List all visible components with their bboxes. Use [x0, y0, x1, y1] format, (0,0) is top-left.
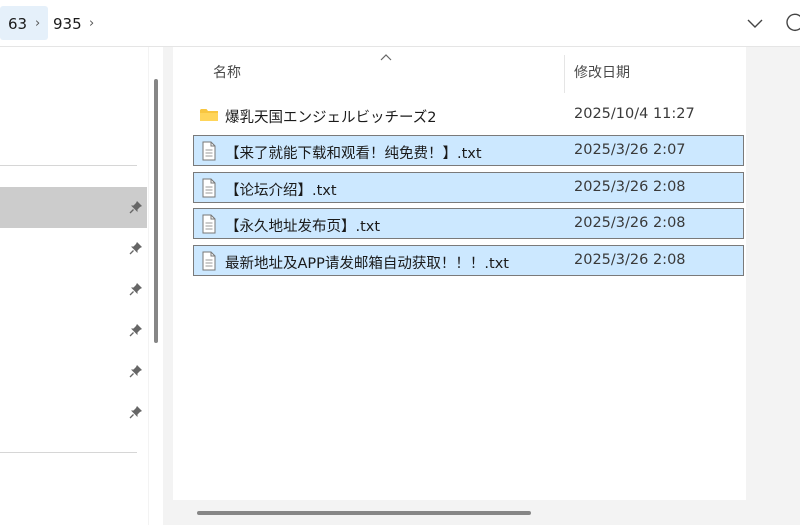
column-header-modified[interactable]: 修改日期 [574, 47, 630, 95]
file-name: 最新地址及APP请发邮箱自动获取！！！.txt [225, 256, 509, 272]
nav-item-pinned[interactable] [0, 310, 147, 351]
file-name: 爆乳天国エンジェルビッチーズ2 [225, 110, 437, 126]
file-name: 【论坛介绍】.txt [225, 183, 337, 199]
nav-divider [0, 165, 137, 166]
nav-item-pinned[interactable] [0, 392, 147, 433]
nav-item-pinned[interactable] [0, 187, 147, 228]
pin-icon[interactable] [129, 200, 143, 214]
horizontal-scroll-thumb[interactable] [197, 511, 531, 515]
breadcrumb-item[interactable]: 63 [8, 15, 27, 33]
text-file-icon [202, 251, 216, 271]
pin-icon[interactable] [129, 282, 143, 296]
file-name: 【来了就能下载和观看！纯免费！】.txt [225, 146, 482, 162]
navigation-pane[interactable] [0, 47, 148, 525]
folder-icon [200, 109, 218, 121]
file-name: 【永久地址发布页】.txt [225, 219, 381, 235]
breadcrumb-separator[interactable]: › [89, 16, 94, 31]
file-row[interactable]: 【论坛介绍】.txt 2025/3/26 2:08 [193, 172, 744, 203]
file-row[interactable]: 【永久地址发布页】.txt 2025/3/26 2:08 [193, 208, 744, 239]
file-row[interactable]: 爆乳天国エンジェルビッチーズ2 2025/10/4 11:27 [193, 99, 744, 130]
file-modified-date: 2025/3/26 2:08 [574, 252, 686, 268]
nav-item-pinned[interactable] [0, 269, 147, 310]
pin-icon[interactable] [129, 241, 143, 255]
file-list[interactable]: 名称 修改日期 爆乳天国エンジェルビッチーズ2 2025/10/4 11:27 … [173, 47, 746, 525]
address-bar[interactable]: 63 › 935 › [0, 0, 800, 47]
text-file-icon [202, 214, 216, 234]
sort-ascending-icon [380, 54, 392, 61]
pin-icon[interactable] [129, 405, 143, 419]
breadcrumb-item[interactable]: 935 [53, 15, 82, 33]
nav-item-pinned[interactable] [0, 351, 147, 392]
horizontal-scrollbar[interactable] [173, 500, 746, 525]
details-pane-edge [746, 47, 800, 525]
refresh-icon[interactable] [785, 12, 800, 34]
file-modified-date: 2025/3/26 2:08 [574, 179, 686, 195]
pane-splitter[interactable] [163, 47, 173, 525]
text-file-icon [202, 141, 216, 161]
file-row[interactable]: 最新地址及APP请发邮箱自动获取！！！.txt 2025/3/26 2:08 [193, 245, 744, 276]
nav-scrollbar[interactable] [149, 47, 163, 525]
nav-divider [0, 452, 137, 453]
file-modified-date: 2025/10/4 11:27 [574, 106, 695, 122]
file-modified-date: 2025/3/26 2:08 [574, 215, 686, 231]
column-separator[interactable] [564, 55, 565, 93]
file-row[interactable]: 【来了就能下载和观看！纯免费！】.txt 2025/3/26 2:07 [193, 135, 744, 166]
text-file-icon [202, 178, 216, 198]
file-modified-date: 2025/3/26 2:07 [574, 142, 686, 158]
nav-item-pinned[interactable] [0, 228, 147, 269]
column-header-name[interactable]: 名称 [213, 47, 241, 95]
pin-icon[interactable] [129, 323, 143, 337]
breadcrumb-separator[interactable]: › [35, 16, 40, 31]
nav-scroll-thumb[interactable] [154, 79, 158, 343]
chevron-down-icon[interactable] [744, 12, 766, 34]
pin-icon[interactable] [129, 364, 143, 378]
